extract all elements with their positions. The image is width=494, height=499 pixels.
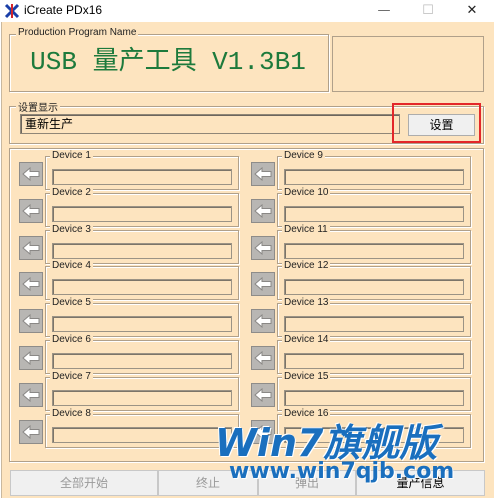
watermark-url: www.win7qjb.com	[229, 459, 455, 484]
device-label: Device 5	[50, 297, 93, 309]
device-group: Device 2	[45, 186, 239, 227]
device-group: Device 8	[45, 407, 239, 448]
device-label: Device 12	[282, 260, 331, 272]
arrow-left-icon[interactable]	[251, 272, 275, 297]
device-label: Device 11	[282, 223, 330, 235]
device-group: Device 9	[277, 150, 471, 190]
device-status-field	[284, 316, 464, 333]
device-slot: Device 4	[19, 260, 239, 301]
device-label: Device 14	[282, 334, 331, 345]
close-button[interactable]: ✕	[450, 0, 494, 22]
device-group: Device 4	[45, 260, 239, 301]
device-slot: Device 2	[19, 186, 239, 227]
device-slot: Device 5	[19, 297, 239, 338]
device-group: Device 1	[45, 150, 239, 190]
device-status-field	[52, 169, 232, 185]
device-group: Device 6	[45, 334, 239, 374]
device-status-field	[284, 205, 464, 222]
minimize-icon: —	[377, 3, 391, 18]
device-status-field	[52, 242, 232, 259]
device-group: Device 7	[45, 370, 239, 411]
device-status-field	[284, 279, 464, 296]
device-status-field	[284, 242, 464, 259]
title-bar[interactable]: iCreate PDx16 — ☐ ✕	[0, 0, 494, 22]
device-label: Device 3	[50, 223, 93, 235]
highlight-box	[392, 103, 481, 143]
device-label: Device 2	[50, 186, 93, 198]
window-title: iCreate PDx16	[24, 3, 103, 17]
device-label: Device 10	[282, 186, 331, 198]
arrow-left-icon[interactable]	[19, 419, 43, 444]
settings-display-field: 重新生产	[20, 114, 400, 134]
arrow-left-icon[interactable]	[251, 198, 275, 223]
arrow-left-icon[interactable]	[251, 162, 275, 186]
device-status-field	[52, 353, 232, 369]
arrow-left-icon[interactable]	[19, 235, 43, 260]
app-icon	[4, 3, 20, 19]
arrow-left-icon[interactable]	[251, 309, 275, 334]
minimize-button[interactable]: —	[362, 0, 406, 22]
device-status-field	[284, 389, 464, 406]
device-slot: Device 12	[251, 260, 471, 301]
device-slot: Device 8	[19, 407, 239, 448]
device-group: Device 14	[277, 334, 471, 374]
device-slot: Device 1	[19, 150, 239, 190]
arrow-left-icon[interactable]	[251, 382, 275, 407]
device-group: Device 5	[45, 297, 239, 338]
device-status-field	[52, 316, 232, 333]
side-info-box	[332, 36, 484, 92]
device-status-field	[284, 353, 464, 369]
device-group: Device 13	[277, 297, 471, 338]
arrow-left-icon[interactable]	[251, 235, 275, 260]
arrow-left-icon[interactable]	[19, 382, 43, 407]
device-status-field	[52, 389, 232, 406]
arrow-left-icon[interactable]	[19, 198, 43, 223]
close-icon: ✕	[466, 3, 478, 18]
device-label: Device 9	[282, 150, 325, 161]
arrow-left-icon[interactable]	[19, 309, 43, 334]
device-slot: Device 10	[251, 186, 471, 227]
device-slot: Device 9	[251, 150, 471, 190]
arrow-left-icon[interactable]	[19, 162, 43, 186]
device-label: Device 6	[50, 334, 93, 345]
device-group: Device 3	[45, 223, 239, 264]
device-slot: Device 14	[251, 334, 471, 374]
device-slot: Device 11	[251, 223, 471, 264]
device-slot: Device 15	[251, 370, 471, 411]
device-group: Device 10	[277, 186, 471, 227]
start-all-button[interactable]: 全部开始	[10, 470, 158, 496]
device-group: Device 11	[277, 223, 471, 264]
device-status-field	[52, 205, 232, 222]
device-slot: Device 13	[251, 297, 471, 338]
device-status-field	[284, 169, 464, 185]
device-slot: Device 6	[19, 334, 239, 374]
arrow-left-icon[interactable]	[19, 346, 43, 370]
device-label: Device 1	[50, 150, 93, 161]
device-group: Device 12	[277, 260, 471, 301]
device-label: Device 8	[50, 407, 93, 419]
device-label: Device 15	[282, 370, 331, 382]
device-status-field	[52, 279, 232, 296]
maximize-icon: ☐	[422, 3, 434, 18]
device-slot: Device 7	[19, 370, 239, 411]
device-label: Device 13	[282, 297, 331, 309]
device-status-field	[52, 426, 232, 443]
watermark-logo: Win7旗舰版 www.win7qjb.com	[215, 412, 477, 492]
settings-display-label: 设置显示	[16, 99, 60, 114]
arrow-left-icon[interactable]	[19, 272, 43, 297]
device-slot: Device 3	[19, 223, 239, 264]
device-label: Device 4	[50, 260, 93, 272]
device-label: Device 7	[50, 370, 93, 382]
arrow-left-icon[interactable]	[251, 346, 275, 370]
device-group: Device 15	[277, 370, 471, 411]
program-name-value: USB 量产工具 V1.3B1	[30, 47, 306, 77]
maximize-button[interactable]: ☐	[406, 0, 450, 22]
